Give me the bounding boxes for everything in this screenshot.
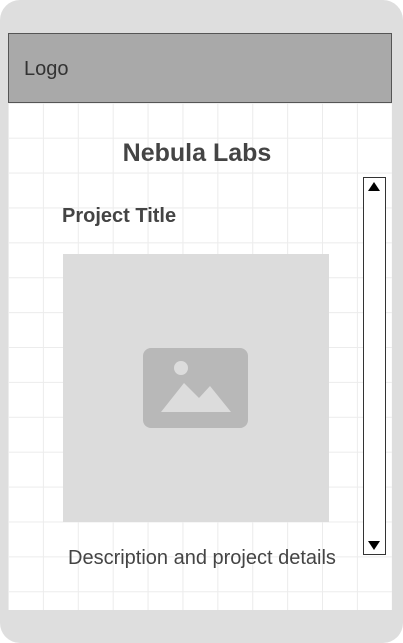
project-title: Project Title xyxy=(62,205,177,227)
project-image-placeholder xyxy=(63,254,329,522)
image-placeholder-icon xyxy=(143,348,248,428)
logo[interactable]: Logo xyxy=(24,58,69,81)
scrollbar[interactable] xyxy=(363,177,386,555)
project-description: Description and project details xyxy=(68,547,336,569)
arrow-up-icon[interactable] xyxy=(368,182,380,191)
site-title: Nebula Labs xyxy=(122,139,272,167)
arrow-down-icon[interactable] xyxy=(368,541,380,550)
screen: Logo Nebula Labs Project Title Descripti… xyxy=(8,33,392,610)
header-bar: Logo xyxy=(8,33,392,103)
device-frame: Logo Nebula Labs Project Title Descripti… xyxy=(0,0,403,643)
